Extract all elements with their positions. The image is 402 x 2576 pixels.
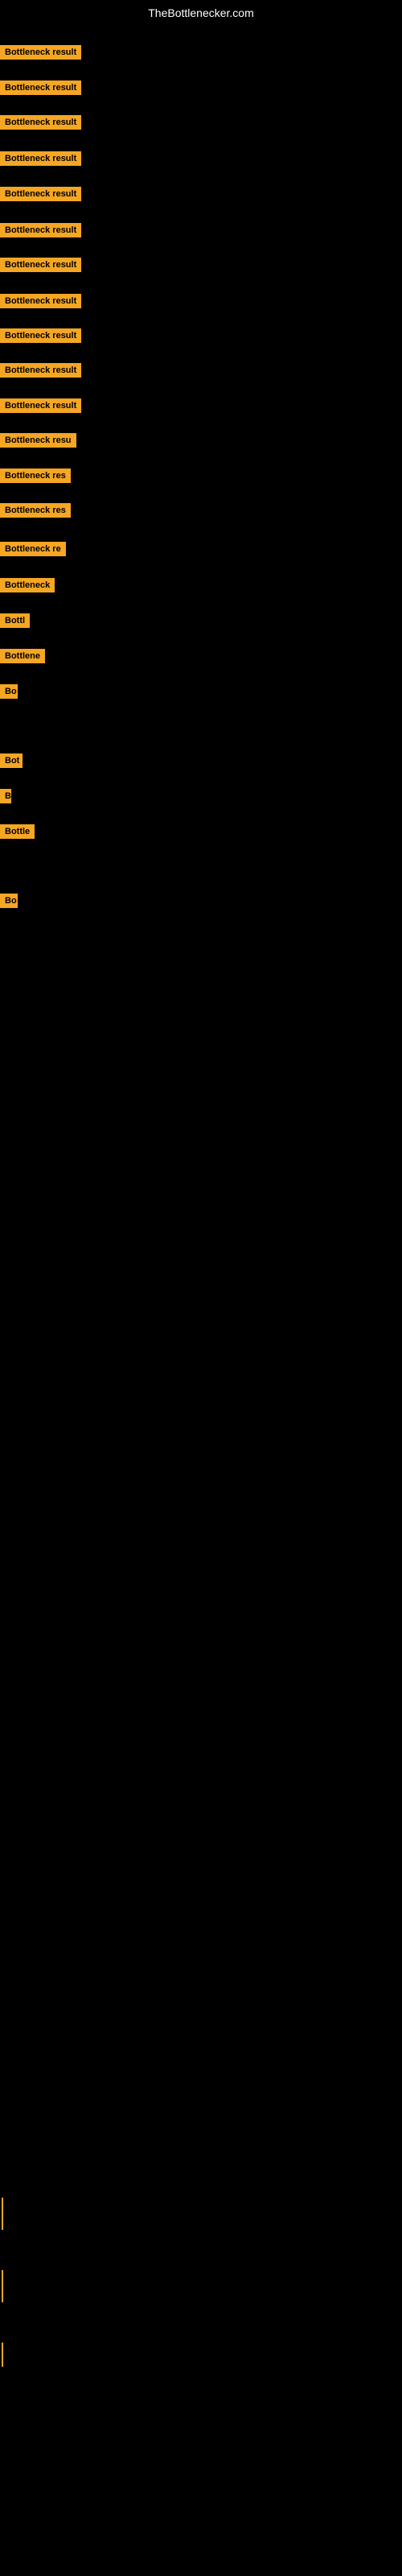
bottleneck-result-badge: Bo (0, 684, 18, 699)
vertical-indicator-line (2, 2270, 3, 2302)
bottleneck-result-badge: Bottleneck result (0, 363, 81, 378)
bottleneck-result-badge: Bottleneck result (0, 294, 81, 308)
bottleneck-result-badge: Bottleneck result (0, 187, 81, 201)
bottleneck-result-badge: Bottleneck (0, 578, 55, 592)
bottleneck-result-badge: Bottleneck result (0, 258, 81, 272)
bottleneck-result-badge: Bottleneck re (0, 542, 66, 556)
bottleneck-result-badge: Bo (0, 894, 18, 908)
bottleneck-result-badge: Bottleneck result (0, 45, 81, 60)
bottleneck-result-badge: Bottleneck resu (0, 433, 76, 448)
bottleneck-result-badge: Bottlene (0, 649, 45, 663)
bottleneck-result-badge: B (0, 789, 11, 803)
bottleneck-result-badge: Bottleneck result (0, 151, 81, 166)
vertical-indicator-line (2, 2343, 3, 2367)
bottleneck-result-badge: Bottleneck res (0, 503, 71, 518)
bottleneck-result-badge: Bottleneck res (0, 469, 71, 483)
bottleneck-result-badge: Bottle (0, 824, 35, 839)
bottleneck-result-badge: Bottleneck result (0, 223, 81, 237)
bottleneck-result-badge: Bot (0, 753, 23, 768)
vertical-indicator-line (2, 2198, 3, 2230)
bottleneck-result-badge: Bottl (0, 613, 30, 628)
bottleneck-result-badge: Bottleneck result (0, 115, 81, 130)
bottleneck-result-badge: Bottleneck result (0, 80, 81, 95)
bottleneck-result-badge: Bottleneck result (0, 398, 81, 413)
site-title: TheBottlenecker.com (0, 0, 402, 26)
bottleneck-result-badge: Bottleneck result (0, 328, 81, 343)
